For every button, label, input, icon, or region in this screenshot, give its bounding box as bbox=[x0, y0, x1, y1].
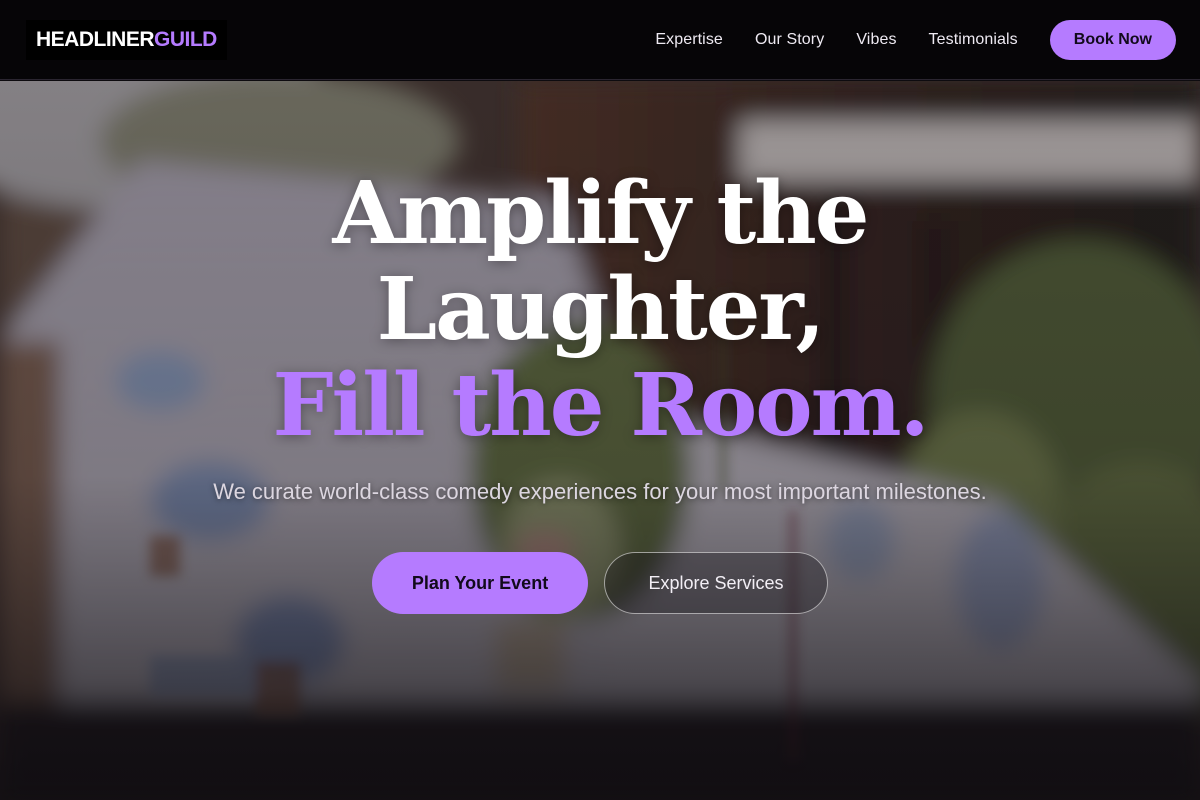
nav-our-story[interactable]: Our Story bbox=[755, 31, 824, 49]
headline-line-2: Laughter, bbox=[376, 259, 826, 360]
brand-logo-part2: GUILD bbox=[154, 27, 217, 51]
main-nav: Expertise Our Story Vibes Testimonials B… bbox=[655, 19, 1176, 60]
hero-subtitle: We curate world-class comedy experiences… bbox=[213, 479, 987, 504]
plan-your-event-button[interactable]: Plan Your Event bbox=[372, 552, 588, 614]
brand-logo[interactable]: HEADLINERGUILD bbox=[26, 19, 227, 60]
nav-vibes[interactable]: Vibes bbox=[856, 31, 896, 49]
hero-section: Amplify the Laughter, Fill the Room. We … bbox=[0, 81, 1200, 800]
headline-line-1: Amplify the bbox=[332, 163, 869, 264]
nav-expertise[interactable]: Expertise bbox=[655, 31, 723, 49]
hero-headline: Amplify the Laughter, Fill the Room. bbox=[0, 166, 1200, 454]
nav-testimonials[interactable]: Testimonials bbox=[929, 31, 1018, 49]
hero-cta-row: Plan Your Event Explore Services bbox=[0, 552, 1200, 614]
brand-logo-part1: HEADLINER bbox=[36, 27, 155, 51]
hero-content: Amplify the Laughter, Fill the Room. We … bbox=[0, 81, 1200, 800]
headline-line-3-accent: Fill the Room. bbox=[272, 355, 929, 456]
site-header: HEADLINERGUILD Expertise Our Story Vibes… bbox=[0, 0, 1200, 80]
explore-services-button[interactable]: Explore Services bbox=[604, 552, 828, 614]
book-now-button[interactable]: Book Now bbox=[1049, 19, 1176, 60]
